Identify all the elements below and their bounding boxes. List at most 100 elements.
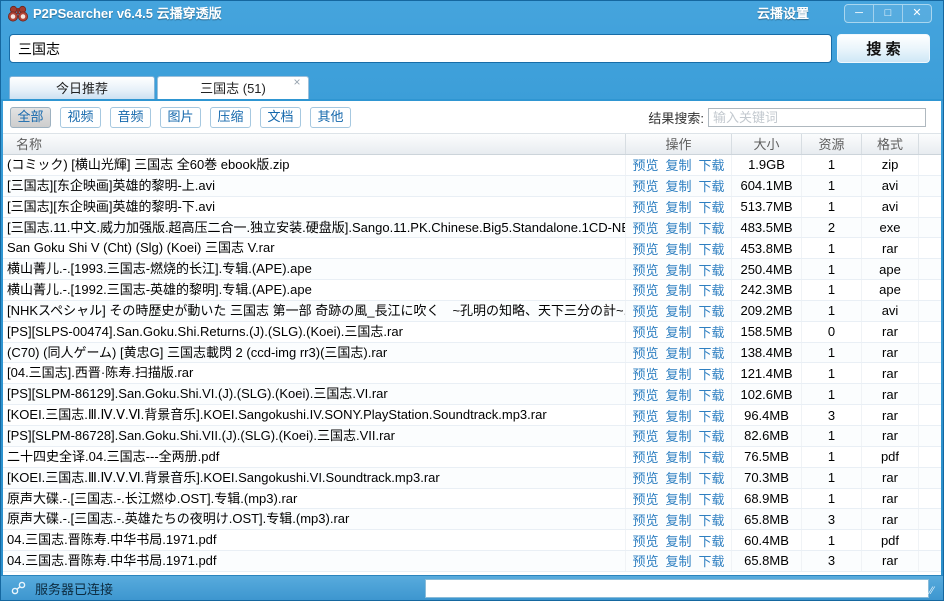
copy-link[interactable]: 复制 [665, 489, 691, 508]
table-row[interactable]: [三国志][东企映画]英雄的黎明-下.avi预览复制下载513.7MB1avi [3, 197, 941, 218]
preview-link[interactable]: 预览 [632, 531, 658, 550]
preview-link[interactable]: 预览 [632, 176, 658, 195]
copy-link[interactable]: 复制 [665, 301, 691, 320]
table-row[interactable]: 04.三国志.晋陈寿.中华书局.1971.pdf预览复制下载60.4MB1pdf [3, 530, 941, 551]
preview-link[interactable]: 预览 [632, 239, 658, 258]
download-link[interactable]: 下载 [699, 447, 725, 466]
column-header-sources[interactable]: 资源 [801, 134, 861, 154]
preview-link[interactable]: 预览 [632, 218, 658, 237]
tab-search-result[interactable]: 三国志 (51) × [157, 76, 309, 100]
filter-button-document[interactable]: 文档 [260, 107, 301, 128]
table-row[interactable]: 原声大碟.-.[三国志.-.英雄たちの夜明け.OST].专辑.(mp3).rar… [3, 509, 941, 530]
table-row[interactable]: 横山菁儿.-.[1993.三国志-燃烧的长江].专辑.(APE).ape预览复制… [3, 259, 941, 280]
filter-button-audio[interactable]: 音频 [110, 107, 151, 128]
download-link[interactable]: 下载 [699, 343, 725, 362]
download-link[interactable]: 下载 [699, 176, 725, 195]
download-link[interactable]: 下载 [699, 551, 725, 570]
filter-button-archive[interactable]: 压缩 [210, 107, 251, 128]
table-row[interactable]: 04.三国志.晋陈寿.中华书局.1971.pdf预览复制下载65.8MB3rar [3, 551, 941, 572]
preview-link[interactable]: 预览 [632, 468, 658, 487]
copy-link[interactable]: 复制 [665, 239, 691, 258]
table-row[interactable]: [三国志][东企映画]英雄的黎明-上.avi预览复制下载604.1MB1avi [3, 176, 941, 197]
preview-link[interactable]: 预览 [632, 260, 658, 279]
filter-button-video[interactable]: 视频 [60, 107, 101, 128]
download-link[interactable]: 下载 [699, 468, 725, 487]
copy-link[interactable]: 复制 [665, 426, 691, 445]
copy-link[interactable]: 复制 [665, 197, 691, 216]
filter-button-all[interactable]: 全部 [10, 107, 51, 128]
preview-link[interactable]: 预览 [632, 385, 658, 404]
copy-link[interactable]: 复制 [665, 468, 691, 487]
copy-link[interactable]: 复制 [665, 447, 691, 466]
preview-link[interactable]: 预览 [632, 364, 658, 383]
copy-link[interactable]: 复制 [665, 385, 691, 404]
table-row[interactable]: (C70) (同人ゲーム) [黄忠G] 三国志載閃 2 (ccd-img rr3… [3, 343, 941, 364]
search-button[interactable]: 搜 索 [837, 34, 930, 63]
copy-link[interactable]: 复制 [665, 364, 691, 383]
table-row[interactable]: [PS][SLPS-00474].San.Goku.Shi.Returns.(J… [3, 322, 941, 343]
table-row[interactable]: [KOEI.三国志.Ⅲ.Ⅳ.Ⅴ.Ⅵ.背景音乐].KOEI.Sangokushi.… [3, 468, 941, 489]
minimize-button[interactable]: ─ [845, 5, 873, 22]
close-button[interactable]: ✕ [902, 5, 931, 22]
preview-link[interactable]: 预览 [632, 301, 658, 320]
table-row[interactable]: [PS][SLPM-86728].San.Goku.Shi.VII.(J).(S… [3, 426, 941, 447]
copy-link[interactable]: 复制 [665, 260, 691, 279]
preview-link[interactable]: 预览 [632, 155, 658, 174]
copy-link[interactable]: 复制 [665, 551, 691, 570]
preview-link[interactable]: 预览 [632, 447, 658, 466]
copy-link[interactable]: 复制 [665, 343, 691, 362]
table-row[interactable]: [04.三国志].西晋·陈寿.扫描版.rar预览复制下载121.4MB1rar [3, 363, 941, 384]
download-link[interactable]: 下载 [699, 510, 725, 529]
preview-link[interactable]: 预览 [632, 551, 658, 570]
copy-link[interactable]: 复制 [665, 155, 691, 174]
table-row[interactable]: [PS][SLPM-86129].San.Goku.Shi.VI.(J).(SL… [3, 384, 941, 405]
copy-link[interactable]: 复制 [665, 176, 691, 195]
resize-grip[interactable]: ⁄⁄ [930, 585, 940, 597]
copy-link[interactable]: 复制 [665, 322, 691, 341]
table-row[interactable]: [KOEI.三国志.Ⅲ.Ⅳ.Ⅴ.Ⅵ.背景音乐].KOEI.Sangokushi.… [3, 405, 941, 426]
tab-close-icon[interactable]: × [291, 77, 303, 89]
download-link[interactable]: 下载 [699, 155, 725, 174]
preview-link[interactable]: 预览 [632, 510, 658, 529]
preview-link[interactable]: 预览 [632, 322, 658, 341]
column-header-size[interactable]: 大小 [731, 134, 801, 154]
table-row[interactable]: 原声大碟.-.[三国志.-.长江燃ゆ.OST].专辑.(mp3).rar预览复制… [3, 489, 941, 510]
download-link[interactable]: 下载 [699, 197, 725, 216]
download-link[interactable]: 下载 [699, 385, 725, 404]
tab-today-recommend[interactable]: 今日推荐 [9, 76, 155, 100]
table-row[interactable]: [三国志.11.中文.威力加强版.超高压二合一.独立安装.硬盘版].Sango.… [3, 218, 941, 239]
download-link[interactable]: 下载 [699, 280, 725, 299]
column-header-name[interactable]: 名称 [3, 134, 625, 154]
title-bar[interactable]: P2PSearcher v6.4.5 云播穿透版 云播设置 ─ □ ✕ [1, 1, 943, 29]
download-link[interactable]: 下载 [699, 489, 725, 508]
copy-link[interactable]: 复制 [665, 280, 691, 299]
maximize-button[interactable]: □ [873, 5, 902, 22]
filter-button-other[interactable]: 其他 [310, 107, 351, 128]
download-link[interactable]: 下载 [699, 260, 725, 279]
download-link[interactable]: 下载 [699, 239, 725, 258]
table-row[interactable]: (コミック) [横山光輝] 三国志 全60巻 ebook版.zip预览复制下载1… [3, 155, 941, 176]
preview-link[interactable]: 预览 [632, 343, 658, 362]
table-row[interactable]: San Goku Shi V (Cht) (Slg) (Koei) 三国志 V.… [3, 238, 941, 259]
download-link[interactable]: 下载 [699, 426, 725, 445]
result-search-input[interactable] [708, 108, 926, 127]
cloud-play-settings-button[interactable]: 云播设置 [757, 1, 809, 27]
copy-link[interactable]: 复制 [665, 218, 691, 237]
filter-button-image[interactable]: 图片 [160, 107, 201, 128]
download-link[interactable]: 下载 [699, 301, 725, 320]
preview-link[interactable]: 预览 [632, 406, 658, 425]
table-row[interactable]: 横山菁儿.-.[1992.三国志-英雄的黎明].专辑.(APE).ape预览复制… [3, 280, 941, 301]
copy-link[interactable]: 复制 [665, 531, 691, 550]
preview-link[interactable]: 预览 [632, 280, 658, 299]
preview-link[interactable]: 预览 [632, 426, 658, 445]
download-link[interactable]: 下载 [699, 406, 725, 425]
download-link[interactable]: 下载 [699, 322, 725, 341]
download-link[interactable]: 下载 [699, 218, 725, 237]
download-link[interactable]: 下载 [699, 364, 725, 383]
table-row[interactable]: 二十四史全译.04.三国志---全两册.pdf预览复制下载76.5MB1pdf [3, 447, 941, 468]
column-header-action[interactable]: 操作 [625, 134, 731, 154]
column-header-format[interactable]: 格式 [861, 134, 918, 154]
preview-link[interactable]: 预览 [632, 489, 658, 508]
copy-link[interactable]: 复制 [665, 510, 691, 529]
search-input[interactable] [9, 34, 832, 63]
